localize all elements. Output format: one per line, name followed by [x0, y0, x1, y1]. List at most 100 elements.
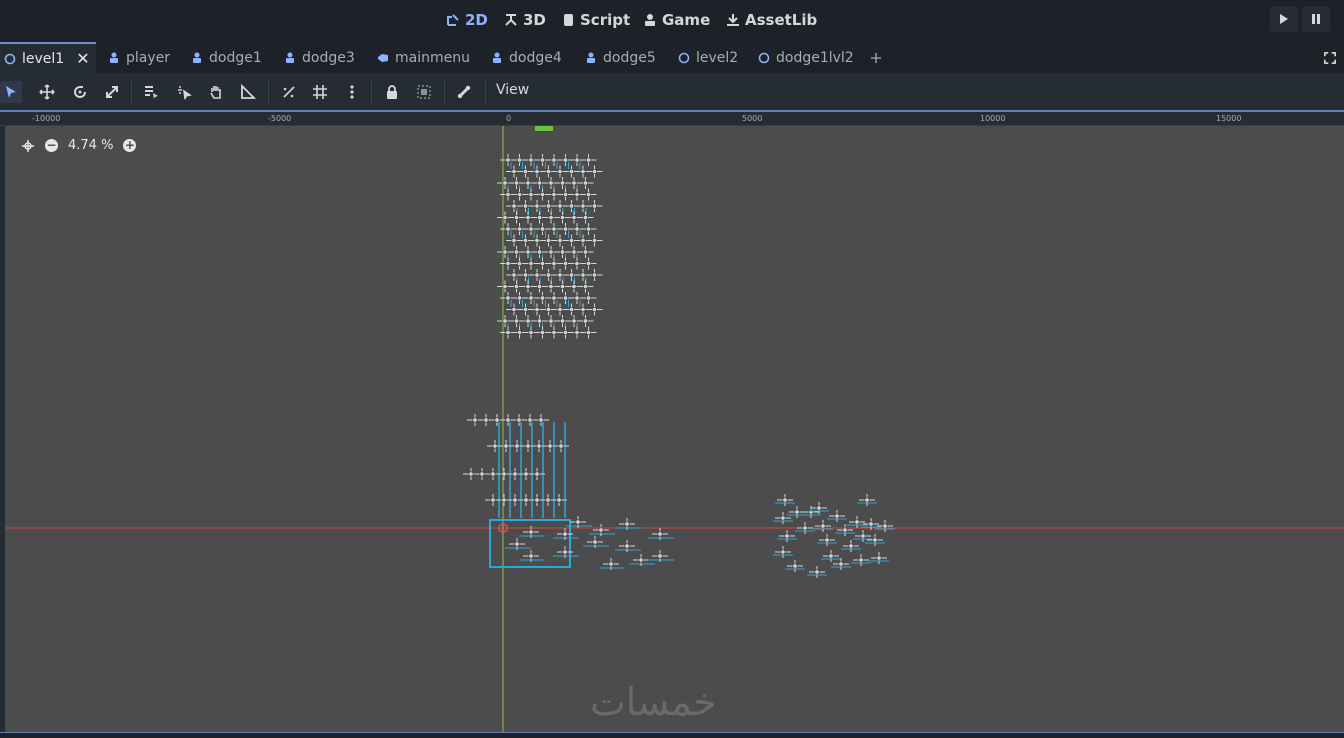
enemy-node — [816, 505, 822, 511]
enemy-node — [534, 307, 540, 313]
2d-canvas-viewport[interactable]: − 4.74 % + خمسات — [5, 126, 1344, 732]
enemy-node — [575, 519, 581, 525]
enemy-node — [522, 238, 528, 244]
scale-mode-button[interactable] — [101, 81, 123, 103]
tab-label: mainmenu — [395, 49, 470, 66]
grid-snap-button[interactable] — [309, 81, 331, 103]
enemy-node — [522, 307, 528, 313]
enemy-node — [511, 238, 517, 244]
enemy-node — [548, 318, 554, 324]
canvas-toolbar: View — [0, 73, 1344, 110]
list-select-button[interactable] — [140, 81, 162, 103]
move-mode-button[interactable] — [36, 81, 58, 103]
enemy-node — [568, 203, 574, 209]
enemy-node — [528, 553, 534, 559]
zoom-level[interactable]: 4.74 % — [68, 138, 113, 153]
tab-label: dodge1 — [209, 49, 262, 66]
ruler-label: -10000 — [32, 114, 61, 123]
enemy-node — [528, 226, 534, 232]
enemy-node — [582, 249, 588, 255]
tab-dodge4[interactable]: dodge4 — [491, 42, 562, 73]
toolbar-separator — [485, 79, 486, 105]
center-view-icon[interactable] — [21, 139, 35, 153]
enemy-node — [548, 249, 554, 255]
enemy-node — [571, 215, 577, 221]
enemy-node — [511, 168, 517, 174]
workspace-assetlib-button[interactable]: AssetLib — [726, 8, 817, 32]
skeleton-button[interactable] — [453, 81, 475, 103]
workspace-assetlib-label: AssetLib — [745, 11, 818, 29]
view-menu[interactable]: View — [496, 82, 529, 98]
workspace-2d-label: 2D — [465, 11, 488, 29]
enemy-node — [551, 226, 557, 232]
horizontal-ruler[interactable]: -10000 -5000 0 5000 10000 15000 — [0, 112, 1344, 126]
enemy-node — [559, 249, 565, 255]
zoom-out-button[interactable]: − — [45, 139, 58, 152]
ruler-label: 10000 — [980, 114, 1006, 123]
enemy-node — [522, 272, 528, 278]
tab-mainmenu[interactable]: mainmenu — [377, 42, 470, 73]
zoom-in-button[interactable]: + — [123, 139, 137, 152]
smart-snap-button[interactable] — [278, 81, 300, 103]
enemy-node — [525, 284, 531, 290]
pivot-mode-button[interactable] — [173, 81, 195, 103]
rotate-mode-button[interactable] — [69, 81, 91, 103]
tab-level2[interactable]: level2 — [678, 42, 738, 73]
tab-level1[interactable]: level1 ✕ — [0, 42, 96, 73]
enemy-node — [782, 497, 788, 503]
snap-options-button[interactable] — [341, 81, 363, 103]
pause-button[interactable] — [1302, 6, 1330, 32]
enemy-node — [657, 553, 663, 559]
pan-mode-button[interactable] — [205, 81, 227, 103]
workspace-game-button[interactable]: Game — [643, 8, 710, 32]
ruler-label: -5000 — [268, 114, 292, 123]
camera-marker — [535, 126, 553, 131]
workspace-game-label: Game — [662, 11, 711, 29]
enemy-node — [864, 497, 870, 503]
enemy-node — [571, 180, 577, 186]
workspace-script-button[interactable]: Script — [561, 8, 630, 32]
enemy-node — [551, 157, 557, 163]
play-button[interactable] — [1270, 6, 1298, 32]
platform-node — [514, 443, 520, 449]
enemy-node — [528, 261, 534, 267]
enemy-node — [568, 238, 574, 244]
platform-node — [492, 443, 498, 449]
platform-node — [501, 497, 507, 503]
enemy-node — [557, 307, 563, 313]
workspace-3d-button[interactable]: 3D — [504, 8, 546, 32]
enemy-node — [557, 203, 563, 209]
enemy-node — [539, 261, 545, 267]
enemy-node — [525, 215, 531, 221]
enemy-node — [536, 249, 542, 255]
tab-dodge1lvl2[interactable]: dodge1lvl2 — [758, 42, 854, 73]
ruler-label: 0 — [506, 114, 512, 123]
add-tab-button[interactable] — [870, 42, 882, 73]
enemy-node — [559, 284, 565, 290]
enemy-node — [525, 249, 531, 255]
tab-player[interactable]: player — [108, 42, 170, 73]
main-toolbar: 2D 3D Script Game AssetLib — [0, 0, 1344, 40]
distraction-free-button[interactable] — [1324, 42, 1336, 73]
tab-dodge5[interactable]: dodge5 — [585, 42, 656, 73]
ruler-label: 5000 — [742, 114, 763, 123]
select-mode-button[interactable] — [0, 81, 22, 103]
enemy-node — [536, 318, 542, 324]
tab-label: level2 — [696, 49, 739, 66]
enemy-node — [522, 168, 528, 174]
enemy-node — [820, 523, 826, 529]
enemy-node — [539, 192, 545, 198]
enemy-node — [568, 307, 574, 313]
ruler-label: 15000 — [1216, 114, 1242, 123]
tab-dodge1[interactable]: dodge1 — [191, 42, 262, 73]
lock-button[interactable] — [381, 81, 403, 103]
platform-node — [490, 471, 496, 477]
tab-dodge3[interactable]: dodge3 — [284, 42, 355, 73]
close-icon[interactable]: ✕ — [76, 49, 89, 68]
ruler-mode-button[interactable] — [237, 81, 259, 103]
bottom-panel-edge — [0, 732, 1344, 738]
workspace-2d-button[interactable]: 2D — [446, 8, 488, 32]
enemy-node — [534, 238, 540, 244]
enemy-node — [582, 284, 588, 290]
group-button[interactable] — [413, 81, 435, 103]
